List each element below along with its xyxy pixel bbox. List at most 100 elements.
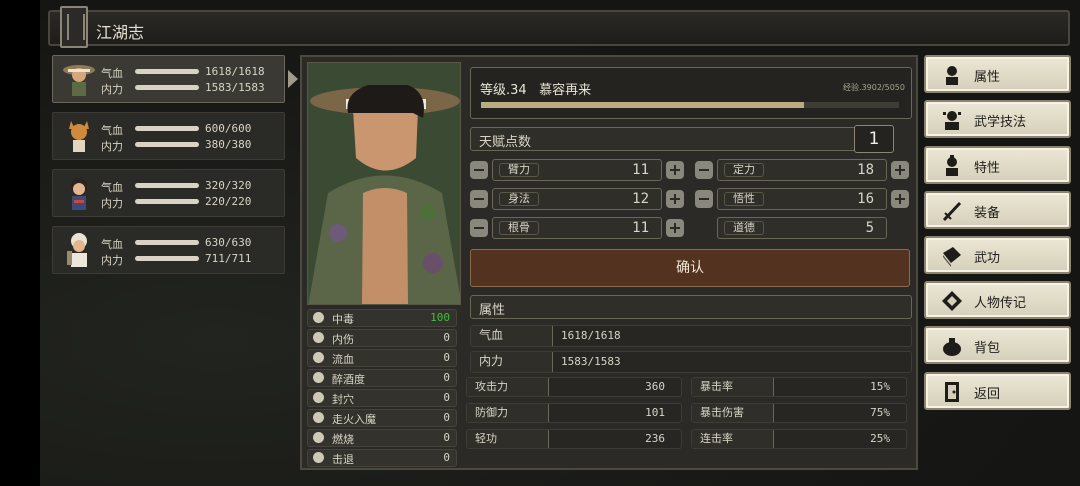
minus-insight-button[interactable] <box>695 190 713 208</box>
party-member-2[interactable]: 气血 600/600 内力 380/380 <box>52 112 285 160</box>
hp-line: 气血 630/630 <box>101 236 281 251</box>
stat-attack: 攻击力 360 <box>466 377 682 397</box>
mp-line: 内力 711/711 <box>101 252 281 267</box>
talent-points-value: 1 <box>854 125 894 153</box>
mp-line: 内力 380/380 <box>101 138 281 153</box>
broken-heart-icon <box>313 332 324 343</box>
stat-value: 15% <box>870 380 890 393</box>
sage-companion-avatar-icon <box>67 233 87 267</box>
mp-value: 220/220 <box>205 195 252 208</box>
attr-insight-field: 悟性 16 <box>717 188 887 210</box>
attr-focus-field: 定力 18 <box>717 159 887 181</box>
mp-row-label: 内力 <box>471 352 553 372</box>
mp-bar <box>135 199 199 204</box>
minus-agility-button[interactable] <box>470 190 488 208</box>
plus-agility-button[interactable] <box>666 190 684 208</box>
menu-inventory-button[interactable]: 背包 <box>924 326 1071 364</box>
minus-strength-button[interactable] <box>470 161 488 179</box>
party-member-1[interactable]: 气血 1618/1618 内力 1583/1583 <box>52 55 298 103</box>
exp-bar-fill <box>481 102 805 108</box>
selected-arrow-icon <box>288 70 298 88</box>
talent-points-field: 天赋点数 <box>470 127 870 151</box>
menu-label: 武学技法 <box>974 115 1027 130</box>
character-name: 慕容再来 <box>539 83 592 98</box>
status-name: 走火入魔 <box>332 413 376 426</box>
menu-label: 背包 <box>974 341 1001 356</box>
attr-agility-field: 身法 12 <box>492 188 662 210</box>
status-value: 0 <box>443 331 450 344</box>
confirm-button[interactable]: 确认 <box>470 249 910 287</box>
mp-label: 内力 <box>101 254 123 267</box>
hp-line: 气血 320/320 <box>101 179 281 194</box>
status-drunk: 醉酒度 0 <box>307 369 457 387</box>
menu-attributes-button[interactable]: 属性 <box>924 55 1071 93</box>
stat-value: 360 <box>645 380 665 393</box>
hp-label: 气血 <box>101 238 123 251</box>
level-and-name: 等级.34 慕容再来 <box>480 79 591 98</box>
status-name: 击退 <box>332 453 354 466</box>
stat-value: 101 <box>645 406 665 419</box>
properties-header: 属性 <box>470 295 912 319</box>
fox-companion-avatar-icon <box>69 121 89 152</box>
party-member-3[interactable]: 气血 320/320 内力 220/220 <box>52 169 285 217</box>
properties-header-label: 属性 <box>479 303 506 318</box>
hp-line: 气血 1618/1618 <box>101 65 281 80</box>
menu-traits-button[interactable]: 特性 <box>924 146 1071 184</box>
stat-combo-rate: 连击率 25% <box>691 429 907 449</box>
stat-value: 25% <box>870 432 890 445</box>
hp-row-value: 1618/1618 <box>561 329 621 342</box>
minus-constitution-button[interactable] <box>470 219 488 237</box>
status-name: 内伤 <box>332 333 354 346</box>
attr-name: 定力 <box>724 163 764 177</box>
mp-line: 内力 1583/1583 <box>101 81 281 96</box>
hero-avatar-icon <box>63 65 95 96</box>
mp-value: 711/711 <box>205 252 252 265</box>
mp-label: 内力 <box>101 197 123 210</box>
boot-icon <box>313 452 324 463</box>
party-member-4[interactable]: 气血 630/630 内力 711/711 <box>52 226 285 274</box>
exp-text: 经验.3902/5050 <box>843 83 905 92</box>
character-portrait <box>307 62 461 305</box>
status-name: 流血 <box>332 353 354 366</box>
menu-biography-button[interactable]: 人物传记 <box>924 281 1071 319</box>
status-value: 0 <box>443 371 450 384</box>
plus-focus-button[interactable] <box>891 161 909 179</box>
hp-label: 气血 <box>101 67 123 80</box>
attr-strength-field: 臂力 11 <box>492 159 662 181</box>
stat-agility: 轻功 236 <box>466 429 682 449</box>
attr-constitution-field: 根骨 11 <box>492 217 662 239</box>
status-name: 醉酒度 <box>332 373 365 386</box>
status-value: 0 <box>443 351 450 364</box>
menu-equipment-button[interactable]: 装备 <box>924 191 1071 229</box>
status-value: 0 <box>443 391 450 404</box>
menu-back-button[interactable]: 返回 <box>924 372 1071 410</box>
hp-value: 320/320 <box>205 179 252 192</box>
attr-name: 根骨 <box>499 221 539 235</box>
stat-value: 236 <box>645 432 665 445</box>
menu-martial-skills-button[interactable]: 武学技法 <box>924 100 1071 138</box>
hp-value: 630/630 <box>205 236 252 249</box>
attr-name: 身法 <box>499 192 539 206</box>
status-sealed-points: 封穴 0 <box>307 389 457 407</box>
status-knockback: 击退 0 <box>307 449 457 467</box>
demon-face-icon <box>313 412 324 423</box>
hp-label: 气血 <box>101 181 123 194</box>
stat-crit-rate: 暴击率 15% <box>691 377 907 397</box>
mp-row-value: 1583/1583 <box>561 355 621 368</box>
exp-bar <box>481 102 899 108</box>
status-value: 0 <box>443 451 450 464</box>
menu-martial-arts-button[interactable]: 武功 <box>924 236 1071 274</box>
hp-value: 600/600 <box>205 122 252 135</box>
level-text: 等级.34 <box>480 83 527 98</box>
mp-bar <box>135 142 199 147</box>
plus-constitution-button[interactable] <box>666 219 684 237</box>
stat-label: 防御力 <box>467 404 549 422</box>
hp-bar <box>135 240 199 245</box>
minus-focus-button[interactable] <box>695 161 713 179</box>
plus-insight-button[interactable] <box>891 190 909 208</box>
status-effects-list: 中毒 100 内伤 0 流血 0 醉酒度 0 封穴 0 走火入魔 0 燃烧 0 … <box>307 309 457 469</box>
status-bleeding: 流血 0 <box>307 349 457 367</box>
wine-jar-icon <box>313 372 324 383</box>
attr-value: 16 <box>857 191 874 207</box>
plus-strength-button[interactable] <box>666 161 684 179</box>
